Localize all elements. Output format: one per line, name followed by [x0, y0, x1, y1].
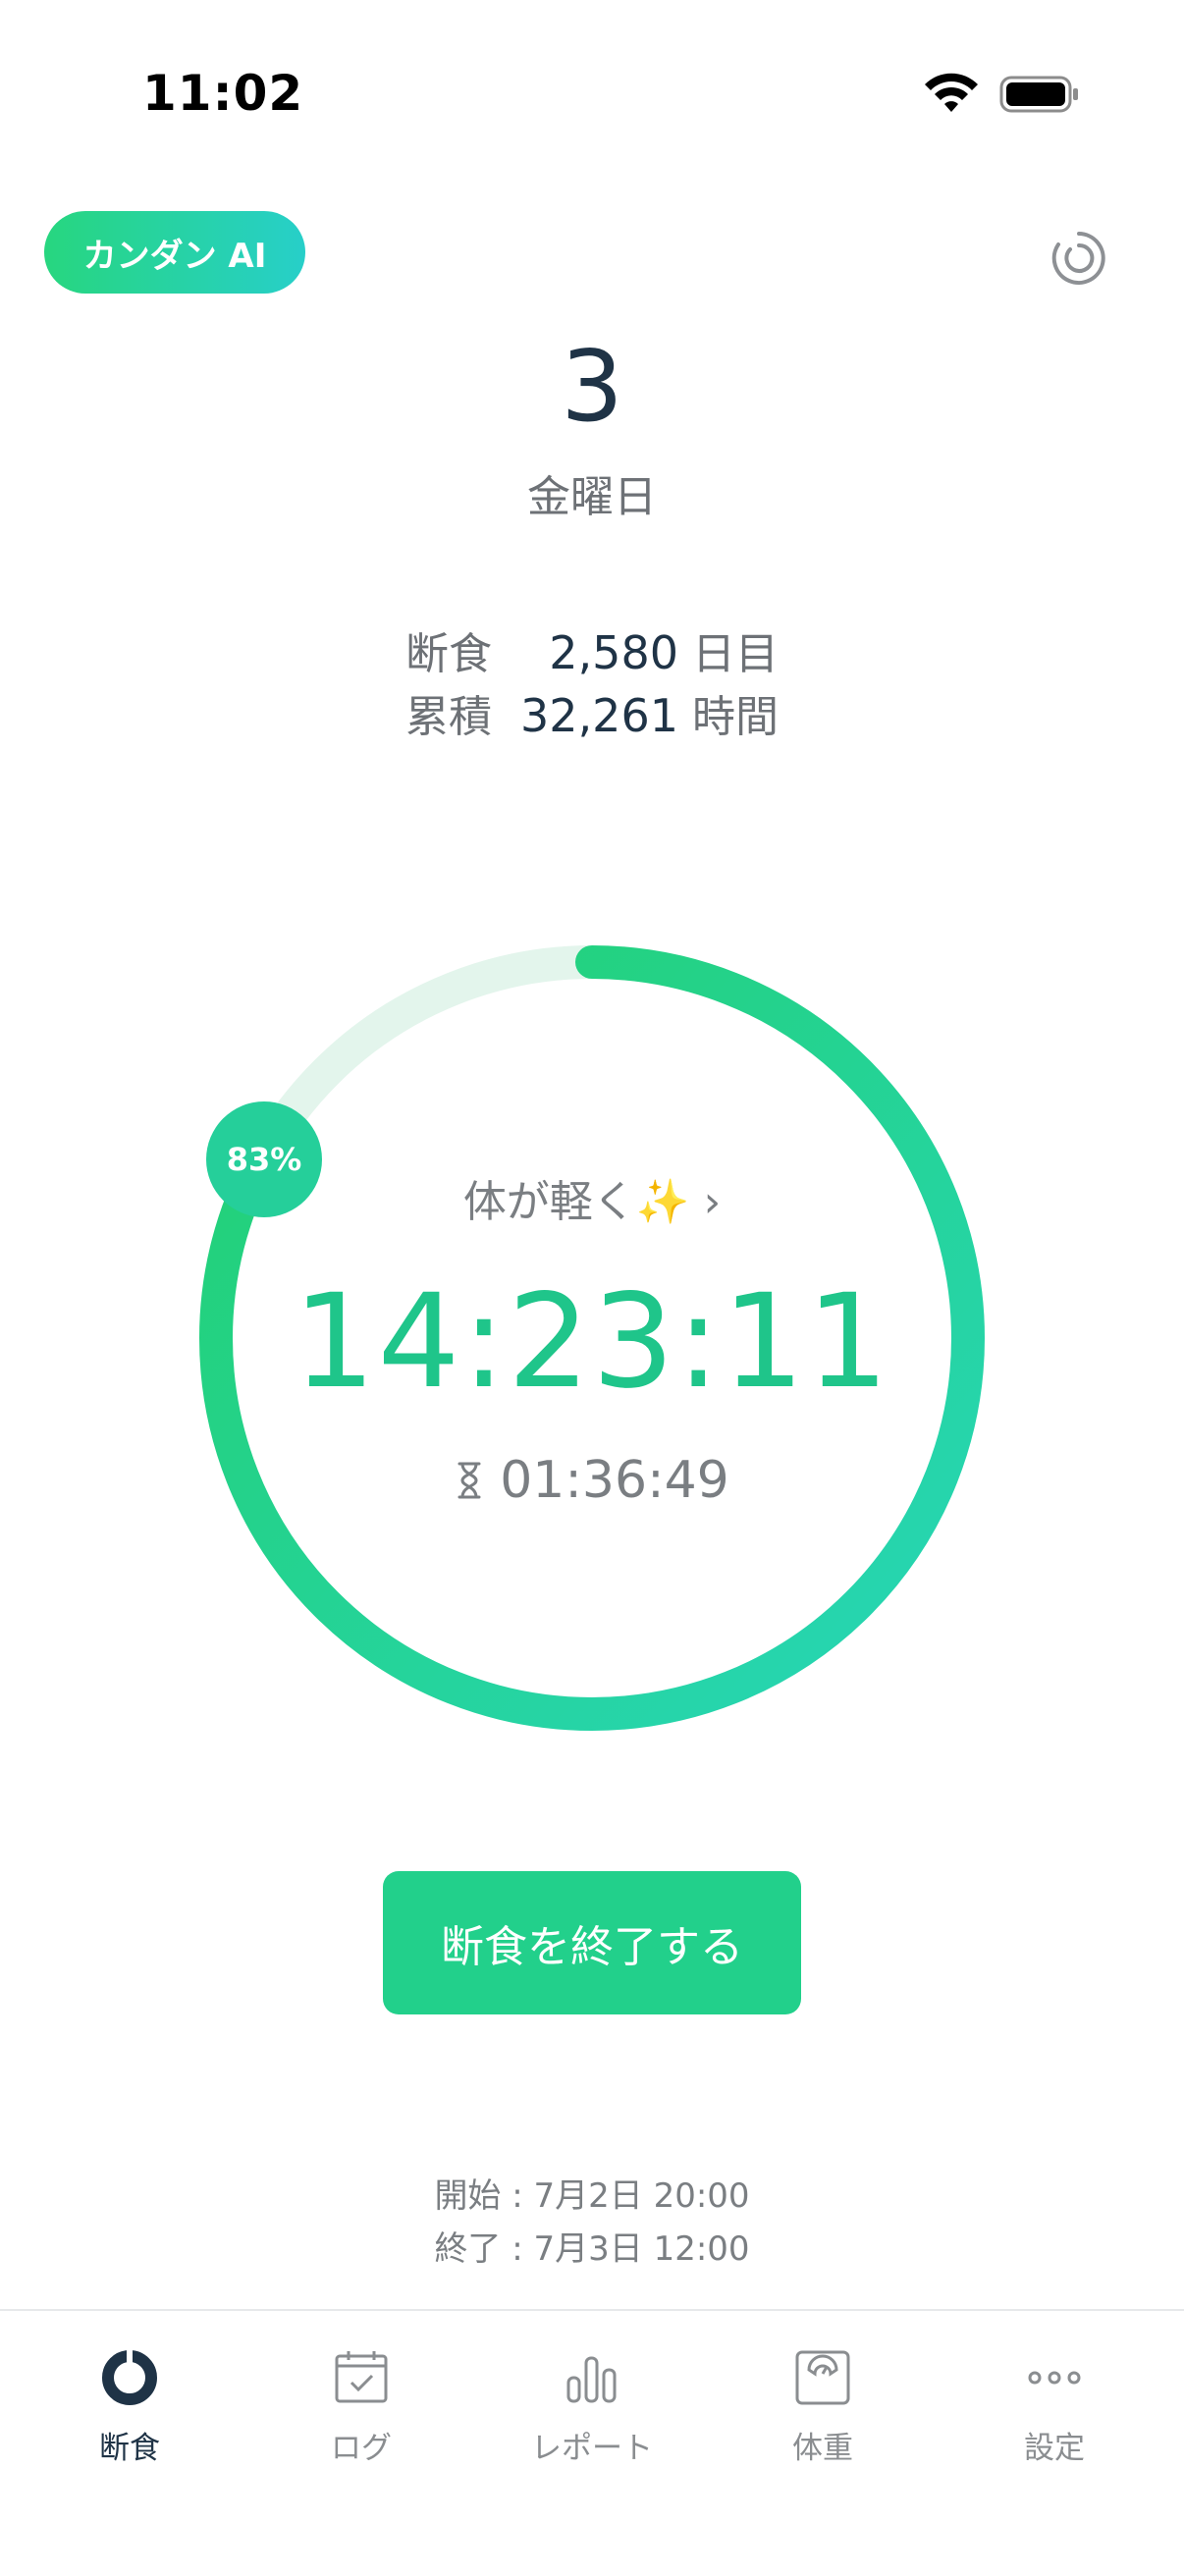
tab-settings[interactable]: 設定 — [956, 2333, 1153, 2480]
tab-label: 体重 — [792, 2431, 853, 2466]
fasting-ring-icon — [102, 2350, 157, 2405]
tab-report[interactable]: レポート — [494, 2333, 690, 2480]
total-hours-value: 32,261 — [520, 689, 678, 742]
tab-bar: 断食 ログ レポート 体重 設定 — [0, 2309, 1184, 2576]
fasting-stats: 断食 2,580 日目 累積 32,261 時間 — [0, 618, 1184, 744]
more-dots-icon — [1028, 2371, 1081, 2385]
history-icon[interactable] — [1045, 224, 1113, 293]
battery-icon — [999, 76, 1078, 113]
fasting-days-value: 2,580 — [549, 626, 678, 679]
weekday-label: 金曜日 — [527, 472, 657, 522]
hourglass-icon — [457, 1462, 481, 1499]
end-fasting-button[interactable]: 断食を終了する — [383, 1871, 801, 2014]
remaining-time-value: 01:36:49 — [500, 1451, 729, 1510]
elapsed-timer: 14:23:11 — [293, 1266, 891, 1418]
calendar-check-icon — [335, 2351, 388, 2403]
tab-label: 設定 — [1024, 2431, 1085, 2466]
remaining-time: 01:36:49 — [0, 1451, 1184, 1510]
tab-label: 断食 — [99, 2431, 160, 2466]
wifi-icon — [925, 73, 978, 112]
tab-log[interactable]: ログ — [263, 2333, 459, 2480]
fasting-days-label: 断食 — [405, 629, 492, 679]
tab-label: ログ — [331, 2431, 392, 2466]
fasting-stage-message[interactable]: 体が軽く✨ › — [0, 1166, 1184, 1229]
tab-fasting[interactable]: 断食 — [31, 2333, 228, 2480]
scale-icon — [795, 2350, 850, 2405]
date-number: 3 — [561, 329, 623, 444]
bar-chart-icon — [566, 2356, 617, 2403]
fasting-schedule: 開始 : 7月2日 20:00 終了 : 7月3日 12:00 — [0, 2170, 1184, 2276]
status-time: 11:02 — [142, 65, 304, 122]
ai-assistant-button[interactable]: カンダン AI — [44, 211, 305, 294]
start-time: 開始 : 7月2日 20:00 — [434, 2176, 750, 2216]
fasting-days-row: 断食 2,580 日目 — [0, 618, 1184, 681]
end-time: 終了 : 7月3日 12:00 — [434, 2229, 750, 2269]
total-hours-label: 累積 — [405, 692, 492, 742]
tab-weight[interactable]: 体重 — [725, 2333, 921, 2480]
total-hours-row: 累積 32,261 時間 — [0, 681, 1184, 744]
fasting-days-unit: 日目 — [692, 629, 779, 679]
tab-label: レポート — [531, 2431, 653, 2466]
total-hours-unit: 時間 — [692, 692, 779, 742]
